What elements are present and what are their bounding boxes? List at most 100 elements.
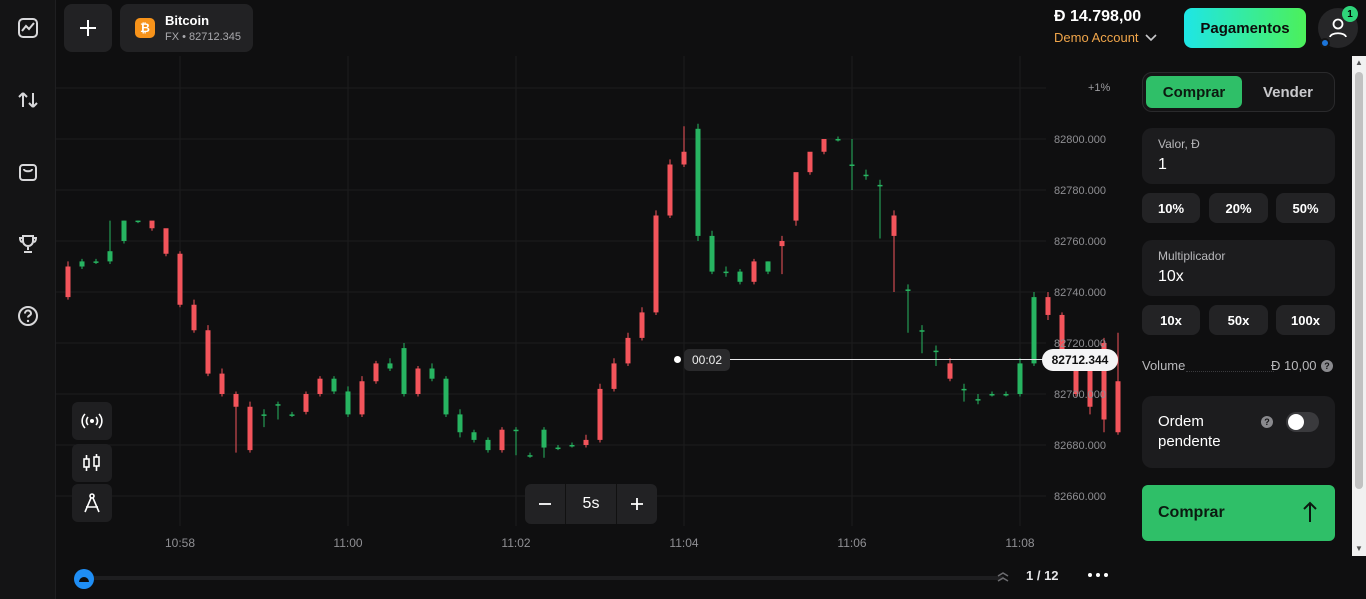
pending-order-toggle[interactable] [1286, 412, 1319, 432]
multiplier-50x-button[interactable]: 50x [1209, 305, 1268, 335]
candle[interactable] [401, 343, 407, 397]
candle[interactable] [65, 261, 71, 300]
candle[interactable] [121, 220, 127, 244]
candle[interactable] [1017, 358, 1023, 397]
candle[interactable] [415, 365, 421, 397]
candle[interactable] [429, 363, 435, 382]
candle[interactable] [1115, 332, 1121, 435]
candle[interactable] [1031, 292, 1037, 366]
candle[interactable] [751, 258, 757, 285]
candle[interactable] [555, 445, 561, 451]
candle[interactable] [485, 437, 491, 453]
candle[interactable] [471, 429, 477, 443]
add-asset-button[interactable] [64, 4, 112, 52]
candle[interactable] [247, 401, 253, 453]
candle[interactable] [191, 299, 197, 333]
candle[interactable] [373, 360, 379, 384]
panel-scrollbar[interactable]: ▲ ▼ [1352, 56, 1366, 556]
candle[interactable] [107, 220, 113, 264]
candle[interactable] [93, 258, 99, 264]
candle[interactable] [1045, 292, 1051, 321]
candle[interactable] [275, 401, 281, 420]
scrubber-handle[interactable] [74, 569, 94, 589]
shop-icon[interactable] [16, 160, 40, 184]
payments-button[interactable]: Pagamentos [1184, 8, 1306, 48]
pending-help-icon[interactable]: ? [1261, 416, 1273, 428]
candle[interactable] [961, 383, 967, 402]
candle[interactable] [919, 325, 925, 354]
candle[interactable] [583, 434, 589, 448]
percent-50-button[interactable]: 50% [1276, 193, 1335, 223]
candle[interactable] [387, 358, 393, 372]
tab-buy[interactable]: Comprar [1146, 76, 1242, 108]
candle[interactable] [135, 220, 141, 224]
candle[interactable] [611, 358, 617, 392]
multiplier-10x-button[interactable]: 10x [1142, 305, 1200, 335]
candle[interactable] [527, 452, 533, 458]
candle[interactable] [653, 210, 659, 315]
candle[interactable] [765, 261, 771, 275]
candle[interactable] [303, 391, 309, 415]
candle[interactable] [177, 251, 183, 308]
candle[interactable] [317, 376, 323, 397]
multiplier-field[interactable]: Multiplicador 10x [1142, 240, 1335, 296]
scrollbar-thumb[interactable] [1355, 72, 1363, 489]
candle[interactable] [933, 345, 939, 366]
more-options-button[interactable] [1086, 566, 1110, 584]
candle[interactable] [359, 376, 365, 417]
trophy-icon[interactable] [16, 232, 40, 256]
candle[interactable] [499, 427, 505, 453]
candle[interactable] [695, 123, 701, 241]
volume-help-icon[interactable]: ? [1321, 360, 1333, 372]
candle[interactable] [709, 230, 715, 275]
candle[interactable] [891, 210, 897, 292]
multiplier-100x-button[interactable]: 100x [1276, 305, 1335, 335]
account-type-selector[interactable]: Demo Account [1054, 30, 1157, 45]
candle[interactable] [877, 179, 883, 239]
drawing-tools-button[interactable] [72, 484, 112, 522]
candle[interactable] [345, 386, 351, 417]
candle[interactable] [597, 383, 603, 443]
candle[interactable] [779, 235, 785, 275]
candle[interactable] [667, 159, 673, 219]
live-signal-button[interactable] [72, 402, 112, 440]
candle[interactable] [807, 151, 813, 175]
candle[interactable] [163, 228, 169, 257]
candle[interactable] [835, 136, 841, 142]
percent-20-button[interactable]: 20% [1209, 193, 1268, 223]
candle[interactable] [723, 266, 729, 277]
tab-sell[interactable]: Vender [1243, 76, 1333, 108]
candle[interactable] [289, 411, 295, 417]
buy-button[interactable]: Comprar [1142, 485, 1335, 541]
transactions-icon[interactable] [16, 88, 40, 112]
collapse-icon[interactable] [996, 570, 1010, 584]
candle[interactable] [821, 139, 827, 155]
candle[interactable] [233, 391, 239, 453]
candle[interactable] [443, 376, 449, 417]
candle[interactable] [79, 258, 85, 270]
candle[interactable] [149, 220, 155, 231]
candle[interactable] [1003, 391, 1009, 397]
scroll-down-icon[interactable]: ▼ [1355, 544, 1363, 553]
value-field[interactable]: Valor, Đ 1 [1142, 128, 1335, 184]
timeframe-increase-button[interactable] [617, 484, 657, 524]
candle[interactable] [513, 427, 519, 456]
profile-button[interactable]: 1 [1318, 6, 1358, 48]
candle[interactable] [863, 169, 869, 180]
candle[interactable] [737, 269, 743, 285]
candle[interactable] [793, 172, 799, 226]
candle[interactable] [569, 442, 575, 448]
multiplier-input[interactable]: 10x [1158, 268, 1184, 286]
timeline-scrubber[interactable] [84, 576, 1004, 580]
timeframe-decrease-button[interactable] [525, 484, 565, 524]
candle[interactable] [261, 409, 267, 428]
percent-10-button[interactable]: 10% [1142, 193, 1200, 223]
candle[interactable] [989, 391, 995, 397]
chart-type-button[interactable] [72, 444, 112, 482]
help-icon[interactable] [16, 304, 40, 328]
candle[interactable] [639, 307, 645, 341]
candle[interactable] [457, 409, 463, 438]
candle[interactable] [541, 427, 547, 458]
candle[interactable] [947, 358, 953, 382]
candle[interactable] [975, 394, 981, 405]
